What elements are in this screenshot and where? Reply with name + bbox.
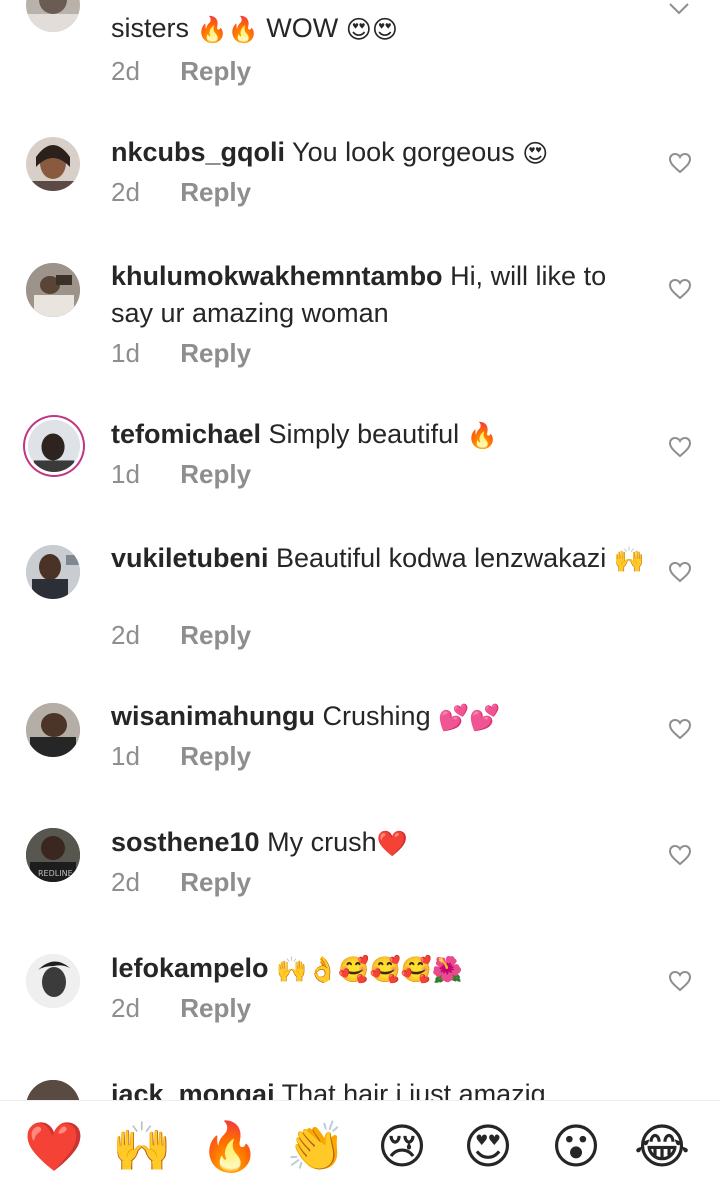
reaction-raising-hands[interactable]: 🙌: [112, 1117, 172, 1177]
avatar[interactable]: [26, 0, 80, 32]
timestamp: 2d: [111, 56, 140, 86]
svg-text:REDLINE: REDLINE: [38, 869, 73, 878]
fire-emoji: 🔥🔥: [196, 16, 259, 44]
reply-button[interactable]: Reply: [180, 56, 251, 86]
comment-username[interactable]: nkcubs_gqoli: [111, 137, 285, 167]
reaction-surprised-face[interactable]: 😮: [546, 1117, 606, 1177]
quick-reactions-bar: ❤️ 🙌 🔥 👏 😢 😍 😮 😂: [0, 1100, 720, 1177]
comment-username[interactable]: wisanimahungu: [111, 701, 315, 731]
comment-username[interactable]: vukiletubeni: [111, 543, 269, 573]
comment-text: sisters 🔥🔥 WOW 😍😍: [111, 13, 398, 44]
heart-outline-icon[interactable]: [668, 718, 692, 740]
heart-outline-icon[interactable]: [668, 152, 692, 174]
timestamp: 1d: [111, 741, 140, 771]
reaction-fire[interactable]: 🔥: [200, 1117, 260, 1177]
reply-button[interactable]: Reply: [180, 338, 251, 368]
comment-meta: 1d Reply: [111, 338, 251, 369]
comment-meta: 2d Reply: [111, 993, 251, 1024]
timestamp: 2d: [111, 993, 140, 1023]
timestamp: 2d: [111, 177, 140, 207]
timestamp: 1d: [111, 338, 140, 368]
comment-text: lefokampelo 🙌👌🥰🥰🥰🌺: [111, 950, 651, 987]
heart-outline-icon[interactable]: [668, 436, 692, 458]
comment-text: khulumokwakhemntambo Hi, will like to sa…: [111, 261, 607, 328]
raising-hands-emoji: 🙌: [613, 546, 645, 574]
heart-eyes-emoji: 😍: [522, 140, 549, 168]
chevron-down-icon[interactable]: [668, 2, 690, 16]
reaction-heart-eyes[interactable]: 😍: [458, 1117, 518, 1177]
comment-meta: 2d Reply: [111, 620, 251, 651]
avatar[interactable]: [26, 703, 80, 757]
heart-outline-icon[interactable]: [668, 561, 692, 583]
heart-eyes-emoji: 😍😍: [345, 16, 398, 44]
reaction-crying-face[interactable]: 😢: [372, 1117, 432, 1177]
timestamp: 2d: [111, 620, 140, 650]
reaction-heart[interactable]: ❤️: [24, 1117, 84, 1177]
comment-meta: 1d Reply: [111, 741, 251, 772]
timestamp: 1d: [111, 459, 140, 489]
comment-username[interactable]: lefokampelo: [111, 953, 269, 983]
avatar[interactable]: REDLINE: [26, 828, 80, 882]
reply-button[interactable]: Reply: [180, 867, 251, 897]
timestamp: 2d: [111, 867, 140, 897]
comment-meta: 2d Reply: [111, 177, 251, 208]
avatar[interactable]: [26, 954, 80, 1008]
avatar[interactable]: [26, 545, 80, 599]
emoji-sequence: 🙌👌🥰🥰🥰🌺: [276, 956, 463, 984]
avatar[interactable]: [26, 137, 80, 191]
fire-emoji: 🔥: [466, 422, 498, 450]
heart-outline-icon[interactable]: [668, 278, 692, 300]
comment-username[interactable]: tefomichael: [111, 419, 261, 449]
red-heart-emoji: ❤️: [376, 830, 408, 858]
two-hearts-emoji: 💕💕: [438, 704, 501, 732]
reply-button[interactable]: Reply: [180, 620, 251, 650]
heart-outline-icon[interactable]: [668, 844, 692, 866]
reply-button[interactable]: Reply: [180, 741, 251, 771]
avatar[interactable]: [28, 420, 80, 472]
comment-meta: 2d Reply: [111, 867, 251, 898]
reaction-laughing-face[interactable]: 😂: [632, 1117, 692, 1177]
comment-text: vukiletubeni Beautiful kodwa lenzwakazi …: [111, 543, 645, 574]
avatar[interactable]: [26, 263, 80, 317]
reply-button[interactable]: Reply: [180, 177, 251, 207]
comment-text: tefomichael Simply beautiful 🔥: [111, 419, 498, 450]
heart-outline-icon[interactable]: [668, 970, 692, 992]
reply-button[interactable]: Reply: [180, 993, 251, 1023]
reaction-clapping-hands[interactable]: 👏: [286, 1117, 346, 1177]
comment-meta: 2d Reply: [111, 56, 251, 87]
reply-button[interactable]: Reply: [180, 459, 251, 489]
comment-username[interactable]: sosthene10: [111, 827, 260, 857]
comment-username[interactable]: khulumokwakhemntambo: [111, 261, 443, 291]
comment-text: wisanimahungu Crushing 💕💕: [111, 701, 501, 732]
comment-text: nkcubs_gqoli You look gorgeous 😍: [111, 137, 549, 168]
comment-text: sosthene10 My crush❤️: [111, 827, 408, 858]
comment-meta: 1d Reply: [111, 459, 251, 490]
